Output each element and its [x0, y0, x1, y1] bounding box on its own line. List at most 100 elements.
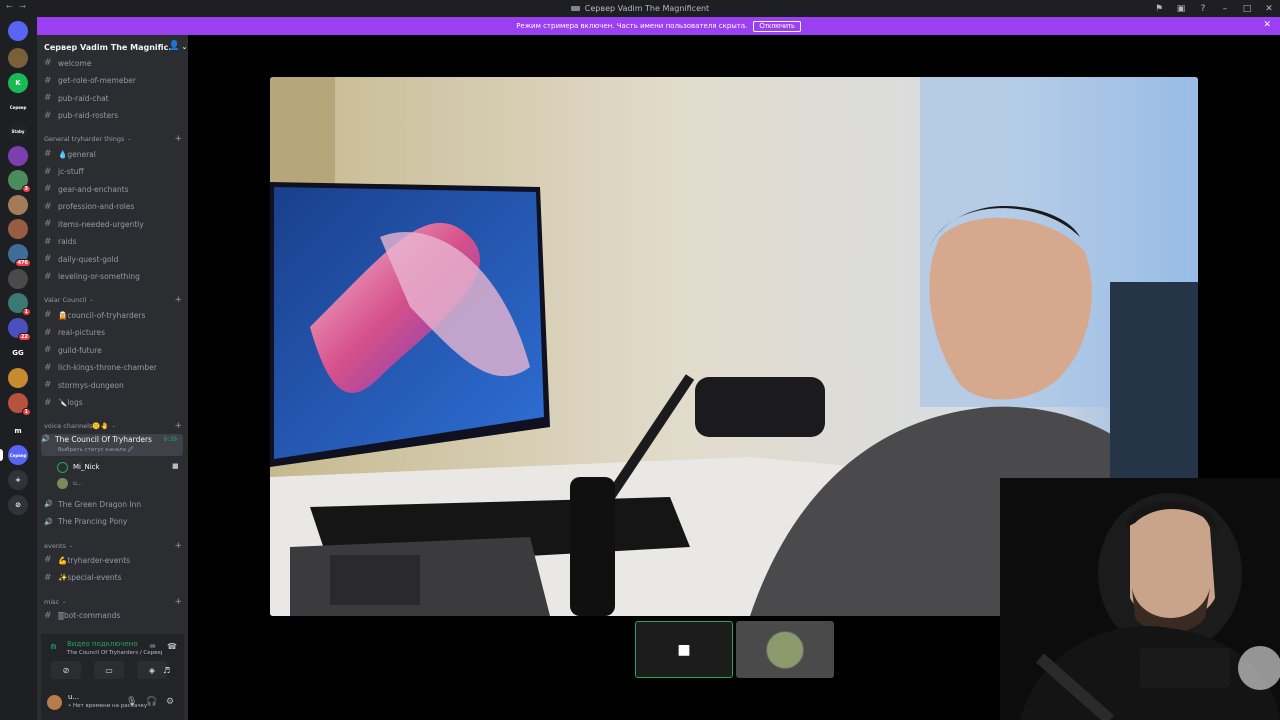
server-icon-14[interactable]: GG: [8, 343, 28, 363]
set-channel-status[interactable]: Выбрать статус канала 🖉: [58, 446, 134, 455]
avatar: [57, 461, 68, 473]
server-icon-2[interactable]: [8, 48, 28, 68]
text-channel[interactable]: # lich-kings-throne-chamber: [44, 361, 182, 375]
channel-category[interactable]: misc ⌄ +: [44, 596, 182, 608]
noise-suppression-icon[interactable]: ♒: [149, 642, 156, 651]
server-icon-10[interactable]: 476: [8, 244, 31, 267]
channel-category[interactable]: events ⌄ +: [44, 540, 182, 552]
text-channel[interactable]: # 🧝council-of-tryharders: [44, 308, 182, 322]
text-channel[interactable]: # 🔪logs: [44, 396, 182, 410]
disconnect-icon[interactable]: ☎: [167, 642, 177, 651]
hashtag-icon: #: [44, 58, 52, 68]
headphones-icon[interactable]: 🎧: [146, 697, 157, 707]
streamer-mode-banner: Режим стримера включен. Часть имени поль…: [37, 17, 1280, 35]
text-channel[interactable]: # real-pictures: [44, 326, 182, 340]
text-channel[interactable]: # get-role-of-memeber: [44, 74, 182, 88]
text-channel[interactable]: # 🀫bot-commands: [44, 609, 182, 623]
server-icon-11[interactable]: [8, 269, 28, 289]
active-server-indicator: [0, 449, 3, 461]
channel-name: welcome: [58, 58, 92, 68]
text-channel[interactable]: # jc-stuff: [44, 165, 182, 179]
channel-name: pub-raid-rosters: [58, 111, 119, 120]
server-icon-4[interactable]: Сервер: [8, 97, 28, 117]
server-icon-16[interactable]: 1: [8, 393, 31, 416]
speaker-icon: 🔊: [44, 500, 53, 508]
help-icon[interactable]: ?: [1192, 4, 1214, 14]
hashtag-icon: #: [44, 271, 52, 282]
add-channel-icon[interactable]: +: [174, 421, 182, 431]
text-channel[interactable]: # 💧general: [44, 147, 182, 161]
server-icon-3[interactable]: K: [8, 73, 28, 93]
add-channel-icon[interactable]: +: [174, 541, 182, 551]
participant-tile-camera[interactable]: ■: [635, 621, 733, 678]
add-channel-icon[interactable]: +: [174, 134, 182, 144]
text-channel[interactable]: # pub-raid-chat: [44, 91, 182, 105]
avatar[interactable]: [47, 695, 62, 710]
close-window-button[interactable]: ✕: [1258, 4, 1280, 14]
text-channel[interactable]: # pub-raid-rosters: [44, 109, 182, 123]
voice-channel[interactable]: 🔊 The Prancing Pony: [44, 515, 182, 529]
text-channel[interactable]: # raids: [44, 235, 182, 249]
text-channel[interactable]: # stormys-dungeon: [44, 378, 182, 392]
channel-sidebar: Сервер Vadim The Magnific... ⌄ 👤 # welcom…: [37, 35, 188, 720]
text-channel[interactable]: # ✨special-events: [44, 571, 182, 585]
speaker-icon: 🔊: [41, 435, 50, 443]
voice-participant[interactable]: Mi_Nick: [57, 460, 100, 474]
facecam-image: [1000, 478, 1280, 720]
server-icon-8[interactable]: [8, 195, 28, 215]
server-icon-17[interactable]: m: [8, 421, 28, 441]
channel-name: 💪tryharder-events: [58, 555, 131, 565]
screen-share-button[interactable]: ▭: [94, 661, 124, 679]
server-icon-9[interactable]: [8, 219, 28, 239]
disable-streamer-mode-button[interactable]: Отключить: [753, 20, 801, 32]
text-channel[interactable]: # guild-future: [44, 343, 182, 357]
server-icon-18[interactable]: Сервер: [8, 445, 28, 465]
text-channel[interactable]: # profession-and-roles: [44, 200, 182, 214]
channel-name: stormys-dungeon: [58, 380, 124, 390]
text-channel[interactable]: # 💪tryharder-events: [44, 553, 182, 567]
server-icon-1[interactable]: [8, 21, 28, 41]
screen-icon[interactable]: ▣: [1170, 4, 1192, 14]
add-channel-icon[interactable]: +: [174, 597, 182, 607]
text-channel[interactable]: # daily-quest-gold: [44, 252, 182, 266]
history-nav[interactable]: ← →: [6, 2, 28, 11]
add-channel-icon[interactable]: +: [174, 295, 182, 305]
text-channel[interactable]: # gear-and-enchants: [44, 182, 182, 196]
text-channel[interactable]: # welcome: [44, 56, 182, 70]
channel-category[interactable]: voice channels🤫🤚 ⌄ +: [44, 420, 182, 432]
voice-channel[interactable]: 🔊 The Green Dragon Inn: [44, 497, 182, 511]
server-icon-5[interactable]: Staby: [8, 121, 28, 141]
microphone-icon[interactable]: 🎙: [126, 697, 137, 707]
server-icon-7[interactable]: 3: [8, 170, 31, 193]
channel-name: 🔪logs: [58, 398, 83, 407]
server-icon-19[interactable]: +: [8, 470, 28, 490]
channel-name: leveling-or-something: [58, 272, 140, 281]
server-icon-6[interactable]: [8, 146, 28, 166]
channel-category[interactable]: General tryharder things ⌄ +: [44, 133, 182, 145]
camera-off-button[interactable]: ⊘: [51, 661, 81, 679]
server-icon-12[interactable]: 1: [8, 293, 31, 316]
channel-category[interactable]: Valar Council ⌄ +: [44, 294, 182, 306]
category-label: General tryharder things: [44, 135, 125, 143]
inbox-icon[interactable]: ⚑: [1148, 4, 1170, 14]
channel-name: lich-kings-throne-chamber: [58, 363, 157, 372]
participant-tile-user[interactable]: [736, 621, 834, 678]
signal-icon[interactable]: ⋒: [50, 642, 57, 651]
text-channel[interactable]: # items-needed-urgently: [44, 217, 182, 231]
voice-channel[interactable]: 🔊 The Council Of Tryharders 9:39 Выбрать ст…: [41, 434, 183, 456]
server-icon-15[interactable]: [8, 368, 28, 388]
streamer-facecam: [1000, 478, 1280, 720]
hashtag-icon: #: [44, 110, 52, 121]
banner-close-icon[interactable]: ✕: [1263, 20, 1271, 30]
server-icon-20[interactable]: ⊘: [8, 495, 28, 515]
server-icon-13[interactable]: 22: [8, 318, 31, 341]
voice-channel-link[interactable]: The Council Of Tryharders / Сервер Vad..…: [67, 650, 162, 656]
text-channel[interactable]: # leveling-or-something: [44, 270, 182, 284]
user-panel: u... • Нет времени на раскачку 🎙 🎧 ⚙: [41, 686, 184, 720]
voice-participant[interactable]: u...: [57, 476, 83, 490]
gear-icon[interactable]: ⚙: [166, 697, 174, 707]
hashtag-icon: #: [44, 362, 52, 373]
maximize-button[interactable]: □: [1236, 4, 1258, 14]
invite-icon[interactable]: 👤: [169, 41, 180, 51]
minimize-button[interactable]: –: [1214, 4, 1236, 14]
